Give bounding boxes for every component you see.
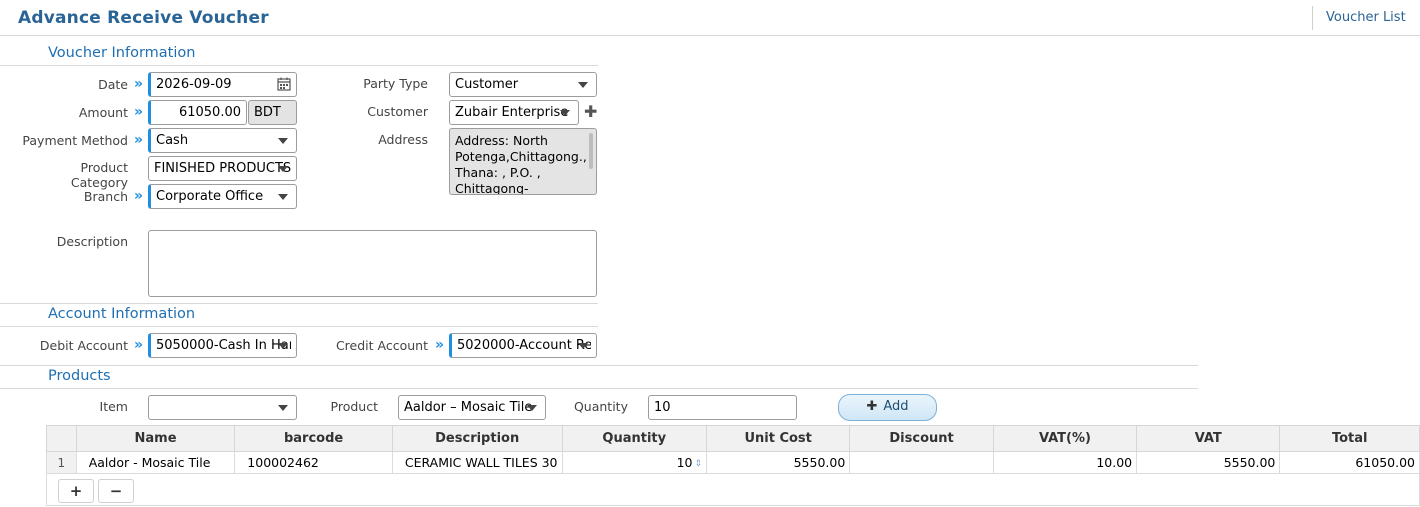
quantity-input[interactable]: 10 xyxy=(648,395,797,420)
col-header-total[interactable]: Total xyxy=(1279,425,1420,452)
payment-method-label: Payment Method xyxy=(22,133,128,148)
chevron-down-icon xyxy=(278,166,288,172)
product-category-label: Product Category xyxy=(70,160,128,190)
add-button-label: Add xyxy=(883,399,909,414)
address-box[interactable]: Address: North Potenga,Chittagong., Than… xyxy=(449,128,597,195)
account-info-title: Account Information xyxy=(48,306,196,322)
col-header-unit-cost[interactable]: Unit Cost xyxy=(706,425,851,452)
chevron-down-icon xyxy=(560,110,570,116)
account-info-divider xyxy=(0,326,598,327)
date-value: 2026-09-09 xyxy=(156,77,232,92)
party-type-select[interactable]: Customer xyxy=(449,72,597,97)
product-category-select[interactable]: FINISHED PRODUCTS xyxy=(148,156,297,181)
date-label: Date xyxy=(98,77,128,92)
page-title: Advance Receive Voucher xyxy=(18,8,269,28)
account-info-top-divider xyxy=(0,303,598,304)
required-marker-icon: » xyxy=(134,104,144,120)
grid-header-row: Name barcode Description Quantity Unit C… xyxy=(46,425,1420,452)
cell-barcode[interactable]: 100002462 xyxy=(234,451,393,474)
branch-value: Corporate Office xyxy=(156,189,264,204)
chevron-down-icon xyxy=(278,194,288,200)
voucher-info-title: Voucher Information xyxy=(48,45,196,61)
voucher-info-divider xyxy=(0,65,598,66)
payment-method-select[interactable]: Cash xyxy=(148,128,297,153)
row-index: 1 xyxy=(46,451,77,474)
chevron-down-icon xyxy=(578,343,588,349)
branch-select[interactable]: Corporate Office xyxy=(148,184,297,209)
voucher-list-link[interactable]: Voucher List xyxy=(1326,10,1406,25)
chevron-down-icon xyxy=(578,82,588,88)
table-row[interactable]: 1 Aaldor - Mosaic Tile 100002462 CERAMIC… xyxy=(46,451,1420,474)
required-marker-icon: » xyxy=(134,337,144,353)
required-marker-icon: » xyxy=(134,76,144,92)
address-scrollbar[interactable] xyxy=(589,133,593,169)
payment-method-value: Cash xyxy=(156,133,189,148)
calendar-icon[interactable] xyxy=(277,77,291,91)
customer-select[interactable]: Zubair Enterprise xyxy=(449,100,579,125)
grid-corner xyxy=(46,425,77,452)
debit-account-label: Debit Account xyxy=(39,338,128,353)
add-row-button[interactable]: + xyxy=(58,479,94,503)
description-textarea[interactable] xyxy=(148,230,597,297)
product-label: Product xyxy=(330,399,378,414)
amount-field[interactable]: 61050.00 xyxy=(148,100,247,125)
remove-row-button[interactable]: − xyxy=(98,479,134,503)
products-top-divider xyxy=(0,365,1198,366)
cell-total[interactable]: 61050.00 xyxy=(1279,451,1420,474)
cell-vat[interactable]: 5550.00 xyxy=(1136,451,1281,474)
party-type-value: Customer xyxy=(455,77,519,92)
date-field[interactable]: 2026-09-09 xyxy=(148,72,297,97)
col-header-barcode[interactable]: barcode xyxy=(234,425,393,452)
required-marker-icon: » xyxy=(435,337,445,353)
products-divider xyxy=(0,388,1198,389)
address-value: Address: North Potenga,Chittagong., Than… xyxy=(455,133,587,195)
amount-label: Amount xyxy=(78,105,128,120)
grid-footer xyxy=(46,474,1420,506)
debit-account-select[interactable]: 5050000-Cash In Hand xyxy=(148,333,297,358)
address-label: Address xyxy=(378,132,428,147)
plus-icon: ✚ xyxy=(866,399,878,414)
col-header-vat[interactable]: VAT xyxy=(1136,425,1281,452)
add-customer-icon[interactable]: ✚ xyxy=(584,102,597,121)
cell-name[interactable]: Aaldor - Mosaic Tile xyxy=(75,451,236,474)
products-grid: Name barcode Description Quantity Unit C… xyxy=(46,425,1420,474)
credit-account-select[interactable]: 5020000-Account Receivable xyxy=(449,333,597,358)
chevron-down-icon xyxy=(527,405,537,411)
quantity-label: Quantity xyxy=(573,399,628,414)
col-header-discount[interactable]: Discount xyxy=(849,425,994,452)
required-marker-icon: » xyxy=(134,188,144,204)
cell-quantity-value: 10 xyxy=(676,455,693,470)
cell-unit-cost[interactable]: 5550.00 xyxy=(706,451,851,474)
chevron-down-icon xyxy=(278,405,288,411)
product-category-value: FINISHED PRODUCTS xyxy=(154,161,291,176)
header-divider xyxy=(1312,6,1313,30)
stepper-icon[interactable]: ⇕ xyxy=(694,459,702,469)
party-type-label: Party Type xyxy=(363,76,428,91)
item-label: Item xyxy=(99,399,128,414)
credit-account-label: Credit Account xyxy=(335,338,428,353)
products-title: Products xyxy=(48,368,111,384)
item-select[interactable] xyxy=(148,395,297,420)
col-header-vat-pct[interactable]: VAT(%) xyxy=(992,425,1138,452)
cell-vat-pct[interactable]: 10.00 xyxy=(992,451,1138,474)
description-label: Description xyxy=(56,234,128,249)
chevron-down-icon xyxy=(278,138,288,144)
currency-badge: BDT xyxy=(248,100,297,125)
add-product-button[interactable]: ✚ Add xyxy=(838,394,937,421)
col-header-quantity[interactable]: Quantity xyxy=(561,425,708,452)
col-header-name[interactable]: Name xyxy=(75,425,236,452)
customer-label: Customer xyxy=(367,104,428,119)
cell-discount[interactable] xyxy=(849,451,994,474)
branch-label: Branch xyxy=(83,189,128,204)
chevron-down-icon xyxy=(278,343,288,349)
debit-account-value: 5050000-Cash In Hand xyxy=(156,338,291,353)
col-header-description[interactable]: Description xyxy=(391,425,563,452)
credit-account-value: 5020000-Account Receivable xyxy=(457,338,591,353)
required-marker-icon: » xyxy=(134,132,144,148)
cell-quantity[interactable]: 10 ⇕ xyxy=(561,451,708,474)
cell-description[interactable]: CERAMIC WALL TILES 30 xyxy=(391,451,563,474)
customer-value: Zubair Enterprise xyxy=(455,105,569,120)
product-select[interactable]: Aaldor – Mosaic Tile xyxy=(398,395,546,420)
product-value: Aaldor – Mosaic Tile xyxy=(404,400,533,415)
